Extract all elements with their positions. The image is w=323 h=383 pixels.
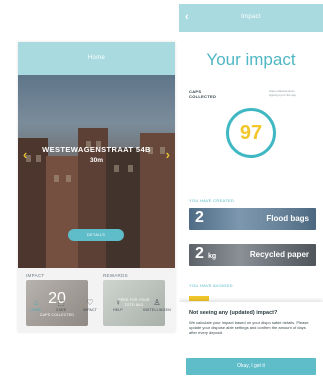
- location-street: WESTEWAGENSTRAAT 54B: [42, 145, 151, 154]
- nav-impact[interactable]: ♡ IMPACT: [78, 298, 102, 312]
- details-button[interactable]: DETAILS: [68, 229, 124, 241]
- caps-note-line2: signing up for the app: [269, 92, 296, 97]
- caps-total: 97: [239, 122, 263, 144]
- nav-home-label: HOME: [30, 308, 42, 312]
- caps-label-line2: COLLECTED: [189, 94, 217, 99]
- nav-settings[interactable]: ♙ INSTELLINGEN: [140, 298, 174, 312]
- nav-care[interactable]: ⬚ CARE: [49, 298, 73, 312]
- flood-bags-value: 2: [195, 209, 204, 226]
- panel-body: We calculate your impact based on your d…: [189, 320, 309, 335]
- nav-settings-label: INSTELLINGEN: [143, 308, 171, 312]
- avoided-label: YOU HAVE AVOIDED: [189, 283, 233, 288]
- nav-help[interactable]: ♀ HELP: [106, 298, 130, 312]
- nav-impact-label: IMPACT: [82, 308, 98, 312]
- help-icon: ♀: [115, 298, 121, 307]
- impact-header: ‹ Impact: [179, 4, 323, 32]
- location-distance: 30m: [89, 157, 103, 164]
- location-carousel[interactable]: ‹ › WESTEWAGENSTRAAT 54B 30m DETAILS: [18, 75, 175, 268]
- okay-button[interactable]: Okay, I get it: [186, 358, 316, 375]
- nav-care-label: CARE: [55, 308, 67, 312]
- caps-ring: 97: [226, 108, 276, 158]
- home-icon: ⌂: [33, 298, 39, 307]
- impact-header-title: Impact: [241, 14, 261, 20]
- flood-bags-text: Flood bags: [266, 214, 309, 223]
- recycled-paper-stat: 2 kg Recycled paper: [189, 244, 316, 266]
- impact-section-label: IMPACT: [26, 273, 45, 278]
- home-title: Home: [87, 55, 106, 61]
- caps-collected-label: CAPS COLLECTED: [189, 89, 216, 99]
- caps-caption: CAPS COLLECTED: [39, 313, 75, 317]
- heart-icon: ♡: [86, 298, 94, 307]
- rewards-section-label: REWARDS: [103, 273, 128, 278]
- nav-home[interactable]: ⌂ HOME: [24, 298, 48, 312]
- panel-title: Not seeing any (updated) impact?: [189, 310, 278, 316]
- avoided-teaser: [189, 296, 316, 301]
- page-title: Your impact: [206, 50, 296, 69]
- created-label: YOU HAVE CREATED: [189, 198, 235, 203]
- recycled-text: Recycled paper: [249, 250, 309, 259]
- map-icon: ⬚: [57, 298, 65, 307]
- info-panel: Not seeing any (updated) impact? We calc…: [179, 302, 323, 383]
- user-icon: ♙: [153, 298, 161, 307]
- caps-note: Caps collected since signing up for the …: [269, 89, 313, 97]
- home-screen: Home ‹ › WESTEWAGENSTRAAT 54B 30m DETAIL…: [18, 42, 175, 332]
- nav-help-label: HELP: [113, 308, 123, 312]
- impact-screen: ‹ Impact Your impact CAPS COLLECTED Caps…: [179, 4, 323, 383]
- recycled-value: 2: [195, 245, 204, 262]
- flood-bags-stat: 2 Flood bags: [189, 208, 316, 230]
- recycled-unit: kg: [208, 253, 217, 260]
- home-header: Home: [18, 42, 175, 75]
